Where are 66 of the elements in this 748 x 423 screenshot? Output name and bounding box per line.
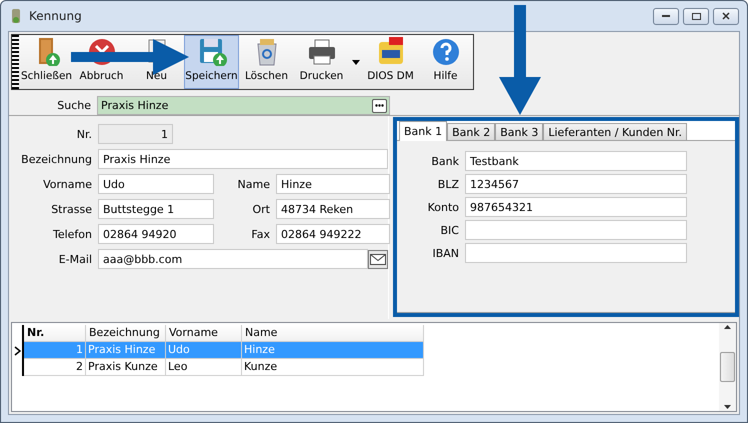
- scroll-up-icon[interactable]: [724, 325, 731, 329]
- column-header[interactable]: Nr.: [24, 325, 86, 342]
- input-field[interactable]: 48734 Reken: [276, 199, 390, 219]
- table-cell[interactable]: Leo: [166, 359, 242, 376]
- tab[interactable]: Lieferanten / Kunden Nr.: [543, 123, 688, 141]
- caret-icon[interactable]: [352, 60, 360, 64]
- number-field[interactable]: 1: [98, 124, 173, 144]
- input-field[interactable]: 02864 94920: [98, 224, 214, 244]
- input-field[interactable]: Buttstegge 1: [98, 199, 214, 219]
- column-header[interactable]: Vorname: [166, 325, 242, 342]
- field-label: Bank: [430, 154, 460, 168]
- field-label: Telefon: [52, 228, 93, 240]
- input-field[interactable]: Hinze: [276, 174, 390, 194]
- field-label: E-Mail: [58, 252, 93, 266]
- field-label: Vorname: [42, 178, 93, 190]
- toolbar-button[interactable]: Löschen: [239, 35, 294, 89]
- input-field[interactable]: Udo: [98, 174, 214, 194]
- input-field[interactable]: [465, 243, 687, 263]
- column-header[interactable]: Bezeichnung: [86, 325, 166, 342]
- ellipsis-icon: [375, 104, 384, 107]
- input-field[interactable]: 1234567: [465, 174, 687, 194]
- field-label: Konto: [426, 200, 460, 214]
- field-label: Strasse: [50, 202, 93, 216]
- input-field[interactable]: Testbank: [465, 151, 687, 171]
- mail-button[interactable]: [368, 250, 388, 268]
- toolbar-button[interactable]: Drucken: [294, 35, 349, 89]
- minimize-button[interactable]: [653, 8, 679, 24]
- table-cell[interactable]: Kunze: [242, 359, 424, 376]
- column-header[interactable]: Name: [242, 325, 424, 342]
- tab[interactable]: Bank 2: [447, 123, 496, 141]
- toolbar-grip[interactable]: [12, 35, 19, 89]
- close-icon: [722, 12, 730, 20]
- toolbar-button[interactable]: Speichern: [184, 35, 239, 89]
- input-field[interactable]: aaa@bbb.com: [98, 249, 368, 269]
- table-cell[interactable]: 2: [24, 359, 86, 376]
- envelope-icon: [370, 254, 386, 264]
- browse-button[interactable]: [372, 98, 387, 112]
- maximize-icon: [692, 12, 700, 20]
- input-field[interactable]: [465, 220, 687, 240]
- input-field[interactable]: 987654321: [465, 197, 687, 217]
- row-pointer-icon: [14, 346, 21, 356]
- input-field[interactable]: 02864 949222: [276, 224, 390, 244]
- toolbar-button[interactable]: Schließen: [19, 35, 74, 89]
- field-label: Bezeichnung: [20, 152, 93, 166]
- field-label: BIC: [440, 224, 460, 236]
- field-label: BLZ: [436, 178, 460, 190]
- field-label: IBAN: [431, 246, 460, 260]
- toolbar-button[interactable]: Hilfe: [418, 35, 473, 89]
- tab[interactable]: Bank 3: [495, 123, 544, 141]
- field-label: Nr.: [76, 128, 93, 140]
- field-label: Ort: [252, 202, 271, 216]
- tab[interactable]: Bank 1: [399, 121, 448, 141]
- minimize-icon: [662, 14, 670, 18]
- close-button[interactable]: [713, 8, 739, 24]
- field-label: Suche: [56, 99, 92, 112]
- table-cell[interactable]: Praxis Kunze: [86, 359, 166, 376]
- input-field[interactable]: Praxis Hinze: [98, 149, 388, 169]
- toolbar-button[interactable]: DIOS DM: [363, 35, 418, 89]
- app-icon: [9, 8, 23, 24]
- search-field[interactable]: Praxis Hinze: [97, 96, 390, 115]
- scrollbar[interactable]: [719, 323, 736, 411]
- field-label: Fax: [250, 228, 271, 240]
- window-title: Kennung: [29, 9, 82, 23]
- field-label: Name: [236, 178, 271, 190]
- maximize-button[interactable]: [683, 8, 709, 24]
- scroll-down-icon[interactable]: [724, 405, 731, 409]
